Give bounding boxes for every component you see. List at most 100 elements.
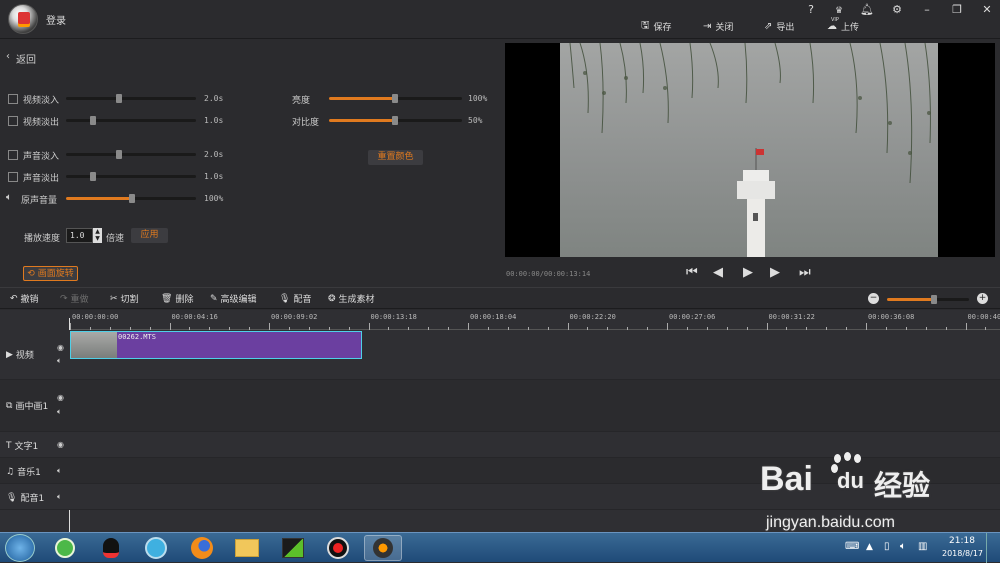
- ruler-label: 00:00:18:04: [470, 313, 516, 321]
- visibility-icon[interactable]: ◉: [57, 343, 64, 352]
- app-logo-icon: [373, 538, 393, 558]
- show-desktop-button[interactable]: [986, 533, 1000, 563]
- generate-button[interactable]: ❂生成素材: [328, 292, 375, 305]
- original-volume-slider[interactable]: [66, 197, 196, 200]
- video-fade-in-checkbox[interactable]: [8, 94, 18, 104]
- vip-icon[interactable]: ♛VIP: [829, 3, 849, 17]
- video-fade-in-value: 2.0s: [204, 94, 223, 103]
- close-project-button[interactable]: ⇥关闭: [703, 18, 733, 34]
- watermark-jingyan: 经验: [874, 464, 930, 504]
- playback-controls: ⏮ ◀︎ ▶ ▶︎ ⏭: [505, 262, 995, 284]
- export-icon: ⇗: [764, 21, 772, 32]
- video-clip[interactable]: 00262.MTS: [70, 331, 362, 359]
- visibility-icon[interactable]: ◉: [57, 393, 64, 402]
- audio-fade-in-checkbox[interactable]: [8, 150, 18, 160]
- next-frame-icon[interactable]: ▶︎: [770, 265, 780, 280]
- cut-button[interactable]: ✂切割: [110, 292, 139, 305]
- rotate-button[interactable]: ⟲画面旋转: [23, 266, 78, 281]
- slider-handle[interactable]: [90, 116, 96, 125]
- taskbar-app-media[interactable]: [137, 535, 175, 561]
- trash-icon: 🗑︎: [161, 294, 172, 304]
- ruler-tick: [966, 323, 967, 330]
- film-reel-icon: ❂: [328, 294, 336, 304]
- slider-handle[interactable]: [116, 150, 122, 159]
- visibility-icon[interactable]: ◉: [57, 440, 64, 449]
- ruler-tick: [568, 323, 569, 330]
- redo-icon: ↷: [60, 294, 68, 304]
- taskbar-app-explorer[interactable]: [228, 535, 266, 561]
- video-fade-out-checkbox[interactable]: [8, 116, 18, 126]
- advanced-edit-button[interactable]: ✎高级编辑: [210, 292, 257, 305]
- slider-handle[interactable]: [931, 295, 937, 304]
- delete-button[interactable]: 🗑︎删除: [161, 292, 193, 305]
- export-button[interactable]: ⇗导出: [764, 18, 794, 34]
- brightness-slider[interactable]: [329, 97, 462, 100]
- skip-end-icon[interactable]: ⏭: [799, 265, 811, 280]
- slider-handle[interactable]: [116, 94, 122, 103]
- ruler-tick: [468, 323, 469, 330]
- mute-icon[interactable]: 🔈︎: [57, 407, 62, 417]
- restore-icon[interactable]: ❐: [950, 3, 964, 17]
- redo-button[interactable]: ↷重做: [60, 292, 89, 305]
- music-note-icon: ♫: [6, 467, 14, 477]
- slider-handle[interactable]: [129, 194, 135, 203]
- undo-button[interactable]: ↶撤销: [10, 292, 39, 305]
- taskbar-app-green[interactable]: [274, 535, 312, 561]
- time-ruler[interactable]: 00:00:00:0000:00:04:1600:00:09:0200:00:1…: [70, 310, 1000, 330]
- clip-name: 00262.MTS: [118, 333, 156, 341]
- skip-start-icon[interactable]: ⏮: [686, 265, 698, 280]
- reset-color-button[interactable]: 重置颜色: [368, 150, 423, 165]
- taskbar-app-recorder[interactable]: [319, 535, 357, 561]
- speaker-icon: 🔈︎: [6, 192, 12, 203]
- mute-icon[interactable]: 🔈︎: [57, 356, 62, 366]
- dub-button[interactable]: 🎙︎配音: [279, 292, 311, 305]
- ruler-tick: [866, 323, 867, 330]
- ruler-label: 00:00:27:06: [669, 313, 715, 321]
- pencil-icon: ✎: [210, 294, 218, 304]
- zoom-out-icon[interactable]: −: [868, 293, 879, 304]
- audio-fade-in-slider[interactable]: [66, 153, 196, 156]
- film-reel-icon: [145, 537, 167, 559]
- start-button[interactable]: [5, 534, 35, 562]
- contrast-slider[interactable]: [329, 119, 462, 122]
- video-preview[interactable]: [505, 43, 995, 257]
- audio-fade-out-checkbox[interactable]: [8, 172, 18, 182]
- watermark-url: jingyan.baidu.com: [766, 514, 895, 532]
- audio-fade-out-slider[interactable]: [66, 175, 196, 178]
- zoom-slider[interactable]: [887, 298, 969, 301]
- slider-handle[interactable]: [392, 116, 398, 125]
- undo-icon: ↶: [10, 294, 18, 304]
- save-button[interactable]: 🖫︎保存: [641, 18, 672, 34]
- play-icon[interactable]: ▶: [743, 265, 753, 280]
- back-button[interactable]: ‹返回: [6, 51, 36, 66]
- upload-button[interactable]: ☁上传: [827, 18, 859, 34]
- video-fade-out-slider[interactable]: [66, 119, 196, 122]
- slider-handle[interactable]: [392, 94, 398, 103]
- taskbar-app-firefox[interactable]: [183, 535, 221, 561]
- speed-input[interactable]: 1.0: [66, 228, 93, 243]
- mute-icon[interactable]: 🔈︎: [57, 492, 62, 502]
- apply-speed-button[interactable]: 应用: [131, 228, 168, 243]
- slider-handle[interactable]: [90, 172, 96, 181]
- ruler-label: 00:00:09:02: [271, 313, 317, 321]
- zoom-in-icon[interactable]: +: [977, 293, 988, 304]
- exit-icon: ⇥: [703, 21, 711, 32]
- clock-date[interactable]: 2018/8/17: [942, 549, 983, 558]
- video-fade-in-label: 视频淡入: [23, 93, 59, 106]
- folder-icon: [235, 539, 259, 557]
- prev-frame-icon[interactable]: ◀︎: [713, 265, 723, 280]
- minimize-icon[interactable]: –: [920, 3, 934, 17]
- settings-gear-icon[interactable]: ⚙: [890, 3, 904, 17]
- preview-frame: [560, 43, 938, 257]
- taskbar-app-qq[interactable]: [92, 535, 130, 561]
- notification-bell-icon[interactable]: 🔔︎: [860, 3, 874, 17]
- mute-icon[interactable]: 🔈︎: [57, 466, 62, 476]
- help-icon[interactable]: ?: [804, 3, 818, 17]
- video-fade-in-slider[interactable]: [66, 97, 196, 100]
- login-link[interactable]: 登录: [46, 12, 66, 27]
- taskbar-app-editor[interactable]: [364, 535, 402, 561]
- ruler-label: 00:00:13:18: [371, 313, 417, 321]
- speed-stepper[interactable]: ▲▼: [93, 228, 102, 243]
- taskbar-app-360[interactable]: [46, 535, 84, 561]
- close-window-icon[interactable]: ✕: [980, 3, 994, 17]
